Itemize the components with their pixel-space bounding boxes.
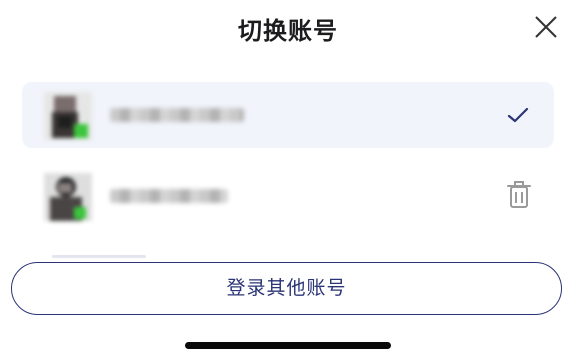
close-icon — [535, 16, 557, 38]
switch-account-sheet: 切换账号 登录其他账号 — [0, 0, 576, 356]
checkmark-icon — [507, 107, 529, 123]
avatar — [44, 92, 92, 140]
avatar — [44, 173, 92, 221]
account-name-redacted — [110, 189, 228, 203]
login-other-account-button[interactable]: 登录其他账号 — [11, 262, 562, 315]
sheet-title: 切换账号 — [238, 17, 338, 45]
account-name-redacted — [110, 108, 244, 122]
close-button[interactable] — [531, 12, 561, 42]
account-row[interactable] — [22, 163, 554, 229]
home-indicator — [185, 342, 391, 349]
divider — [52, 255, 146, 258]
account-row-selected[interactable] — [22, 82, 554, 148]
trash-icon[interactable] — [506, 180, 532, 210]
